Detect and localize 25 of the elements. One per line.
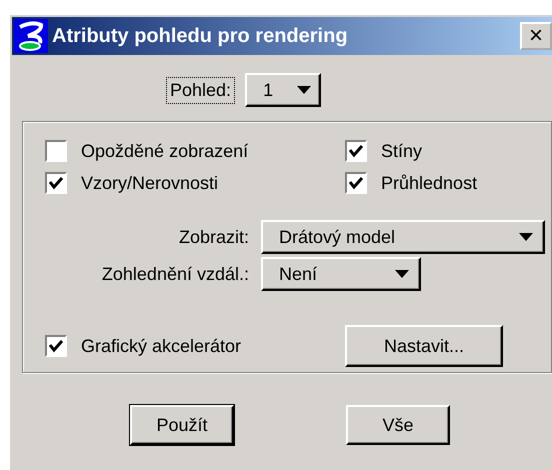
settings-button[interactable]: Nastavit... bbox=[345, 325, 503, 367]
checkbox[interactable] bbox=[45, 140, 67, 162]
checkbox-label: Vzory/Nerovnosti bbox=[81, 172, 218, 194]
caret-icon bbox=[297, 86, 312, 94]
app-logo-icon bbox=[14, 19, 48, 53]
caret-icon bbox=[519, 233, 533, 241]
checkbox[interactable] bbox=[345, 140, 367, 162]
dropdown[interactable]: Není bbox=[261, 257, 421, 291]
caret-icon bbox=[395, 270, 409, 278]
close-button[interactable]: × bbox=[520, 22, 552, 50]
checkbox-label: Grafický akcelerátor bbox=[81, 336, 242, 356]
checkbox-label: Opožděné zobrazení bbox=[81, 140, 248, 162]
dropdown-label: Zobrazit: bbox=[178, 226, 249, 248]
checkbox[interactable] bbox=[45, 172, 67, 194]
checkbox-label: Průhlednost bbox=[381, 172, 478, 194]
view-dropdown[interactable]: 1 bbox=[245, 73, 322, 107]
checkbox[interactable] bbox=[345, 172, 367, 194]
dialog-button[interactable]: Vše bbox=[346, 405, 450, 445]
dialog-button[interactable]: Použít bbox=[130, 405, 234, 445]
checkbox-label: Stíny bbox=[381, 140, 422, 162]
dropdown[interactable]: Drátový model bbox=[261, 220, 545, 254]
view-label: Pohled: bbox=[166, 76, 236, 104]
dropdown-label: Zohlednění vzdál.: bbox=[102, 264, 249, 284]
window-title: Atributy pohledu pro rendering bbox=[52, 24, 349, 48]
checkbox[interactable] bbox=[45, 335, 67, 357]
